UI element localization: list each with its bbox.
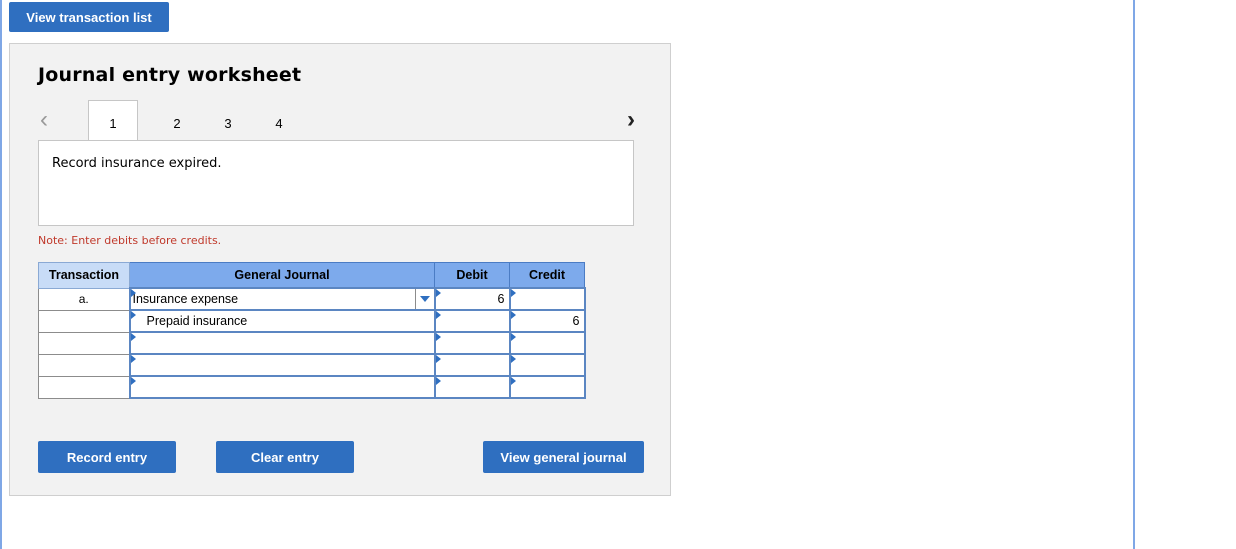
account-input[interactable]: [128, 331, 436, 355]
cell-marker-icon: [435, 333, 441, 341]
entry-note: Note: Enter debits before credits.: [38, 234, 222, 247]
transaction-cell: a.: [38, 287, 130, 311]
header-credit: Credit: [509, 262, 585, 289]
credit-input[interactable]: [508, 353, 586, 377]
transaction-cell: [38, 353, 130, 377]
cell-marker-icon: [510, 311, 516, 319]
cell-marker-icon: [130, 311, 136, 319]
tab-4[interactable]: 4: [269, 116, 289, 131]
chevron-right-icon[interactable]: ›: [627, 106, 635, 134]
general-journal-table: Transaction General Journal Debit Credit…: [38, 262, 586, 399]
cell-marker-icon: [130, 289, 136, 297]
tab-3[interactable]: 3: [218, 116, 238, 131]
cell-marker-icon: [130, 333, 136, 341]
view-general-journal-button[interactable]: View general journal: [483, 441, 644, 473]
cell-marker-icon: [510, 289, 516, 297]
debit-input[interactable]: 6: [433, 287, 511, 311]
table-row: [38, 353, 586, 377]
debit-input[interactable]: [433, 353, 511, 377]
debit-input[interactable]: [433, 331, 511, 355]
header-transaction: Transaction: [38, 262, 130, 289]
cell-marker-icon: [435, 355, 441, 363]
dropdown-arrow-icon[interactable]: [414, 289, 434, 309]
record-entry-button[interactable]: Record entry: [38, 441, 176, 473]
table-row: a. Insurance expense 6: [38, 287, 586, 311]
credit-value: 6: [572, 314, 580, 328]
journal-worksheet-panel: Journal entry worksheet ‹ 1 2 3 4 › Reco…: [9, 43, 671, 496]
cell-marker-icon: [130, 377, 136, 385]
chevron-left-icon[interactable]: ‹: [40, 106, 48, 134]
cell-marker-icon: [130, 355, 136, 363]
header-debit: Debit: [434, 262, 510, 289]
worksheet-title: Journal entry worksheet: [38, 64, 302, 86]
account-name: Prepaid insurance: [146, 314, 248, 328]
account-name: Insurance expense: [132, 292, 239, 306]
debit-input[interactable]: [433, 375, 511, 399]
cell-marker-icon: [435, 377, 441, 385]
table-row: [38, 375, 586, 399]
tab-2[interactable]: 2: [167, 116, 187, 131]
table-row: Prepaid insurance 6: [38, 309, 586, 333]
cell-marker-icon: [435, 311, 441, 319]
debit-value: 6: [497, 292, 505, 306]
credit-input[interactable]: [508, 331, 586, 355]
clear-entry-button[interactable]: Clear entry: [216, 441, 354, 473]
header-general-journal: General Journal: [129, 262, 435, 289]
cell-marker-icon: [510, 355, 516, 363]
credit-input[interactable]: [508, 287, 586, 311]
transaction-cell: [38, 309, 130, 333]
credit-input[interactable]: 6: [508, 309, 586, 333]
account-input[interactable]: [128, 353, 436, 377]
account-input[interactable]: Prepaid insurance: [128, 309, 436, 333]
cell-marker-icon: [510, 333, 516, 341]
transaction-cell: [38, 331, 130, 355]
transaction-cell: [38, 375, 130, 399]
cell-marker-icon: [435, 289, 441, 297]
worksheet-tabs: ‹ 1 2 3 4 ›: [10, 100, 670, 142]
credit-input[interactable]: [508, 375, 586, 399]
account-select[interactable]: Insurance expense: [128, 287, 436, 311]
account-input[interactable]: [128, 375, 436, 399]
cell-marker-icon: [510, 377, 516, 385]
left-border-line: [0, 0, 2, 549]
debit-input[interactable]: [433, 309, 511, 333]
table-row: [38, 331, 586, 355]
right-border-line: [1133, 0, 1135, 549]
tab-1[interactable]: 1: [88, 100, 138, 142]
transaction-description: Record insurance expired.: [38, 140, 634, 226]
view-transaction-list-button[interactable]: View transaction list: [9, 2, 169, 32]
